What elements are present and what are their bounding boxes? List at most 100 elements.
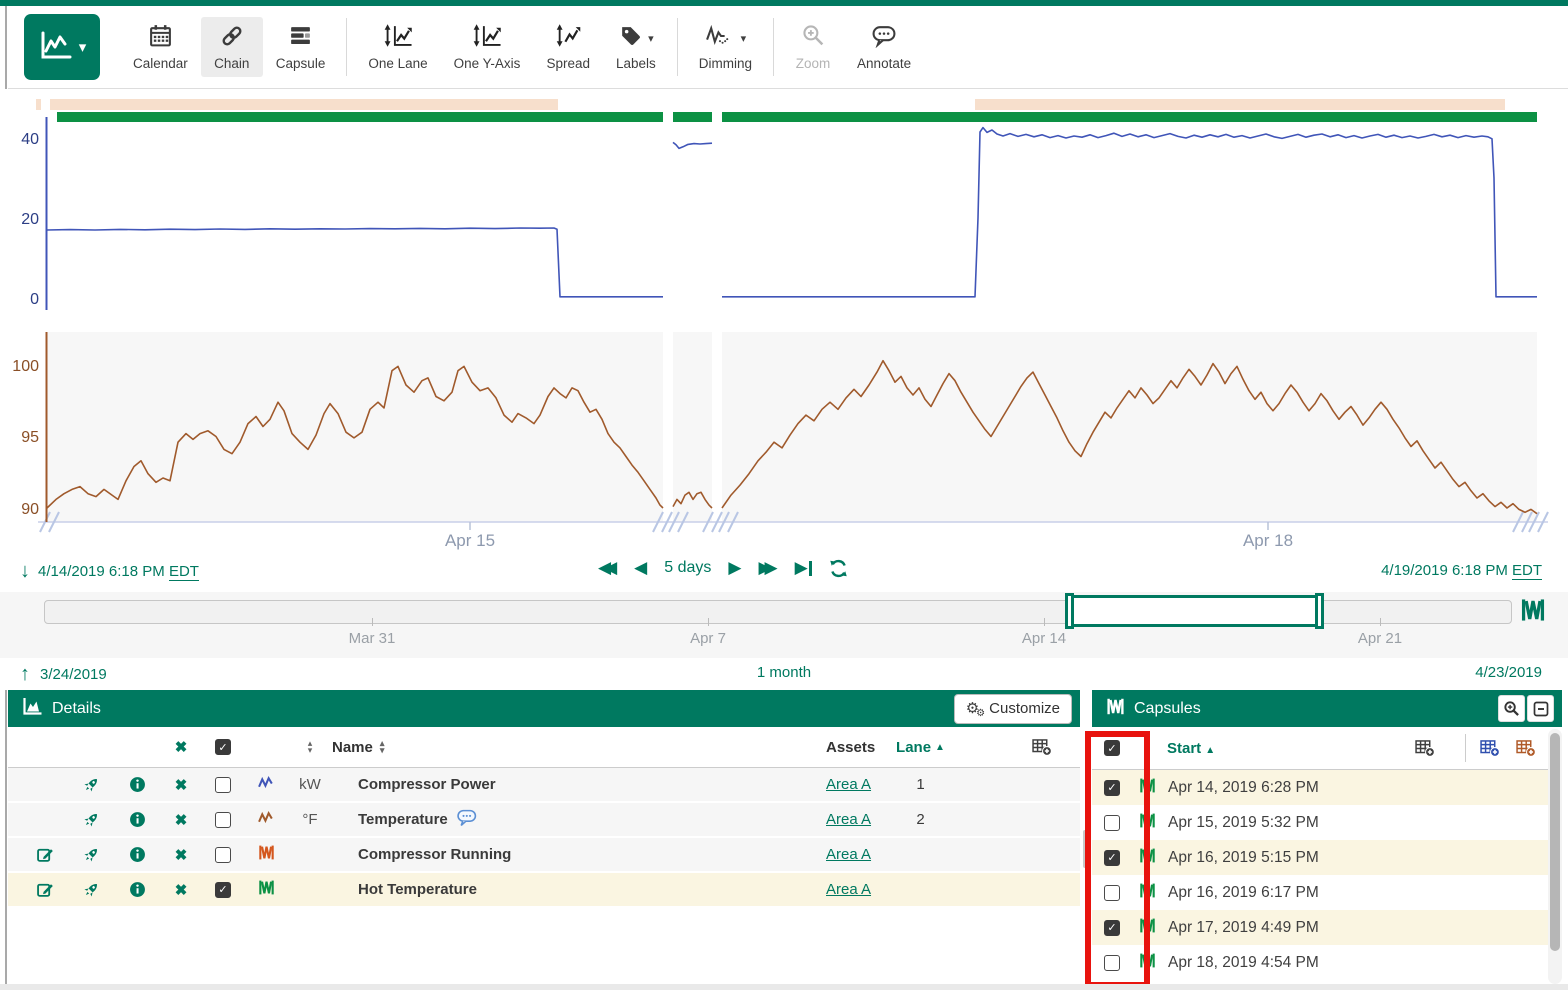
- display-start-link[interactable]: 4/14/2019 6:18 PM EDT: [38, 563, 199, 580]
- add-column-button[interactable]: [1018, 738, 1066, 756]
- item-checkbox[interactable]: [215, 777, 231, 793]
- toolbar-item-annotate[interactable]: Annotate: [844, 17, 924, 77]
- select-all-checkbox[interactable]: ✓: [215, 739, 231, 755]
- column-header-name[interactable]: Name: [332, 739, 373, 756]
- timeline-right-handle[interactable]: [1315, 593, 1324, 629]
- details-row[interactable]: ✖°FTemperatureArea A2: [8, 803, 1080, 838]
- capsule-row[interactable]: ✓Apr 14, 2019 6:28 PM: [1092, 770, 1562, 805]
- one-lane-icon: [382, 23, 414, 53]
- remove-item-button[interactable]: ✖: [160, 776, 202, 794]
- signal-icon: [258, 775, 275, 794]
- range-duration-label[interactable]: 5 days: [664, 559, 711, 577]
- sort-icon[interactable]: ▴▾: [288, 740, 332, 754]
- investigate-duration-label: 1 month: [0, 664, 1568, 681]
- display-end-link[interactable]: 4/19/2019 6:18 PM EDT: [1381, 562, 1542, 580]
- trend-view-button[interactable]: ▾: [24, 14, 100, 80]
- info-icon[interactable]: [129, 776, 146, 793]
- step-to-end-icon[interactable]: ▶: [795, 558, 812, 578]
- toolbar-item-chain[interactable]: Chain: [201, 17, 263, 77]
- capsule-checkbox[interactable]: [1104, 955, 1120, 971]
- rocket-icon[interactable]: [83, 811, 100, 828]
- toolbar-item-one-lane[interactable]: One Lane: [355, 17, 440, 77]
- column-header-lane[interactable]: Lane▲: [883, 739, 958, 756]
- customize-button[interactable]: ⚙⚙ Customize: [954, 694, 1072, 724]
- edit-icon[interactable]: [37, 881, 54, 898]
- details-row[interactable]: ✖Compressor RunningArea A: [8, 838, 1080, 873]
- remove-all-button[interactable]: ✖: [160, 738, 202, 756]
- toolbar-item-calendar[interactable]: Calendar: [120, 17, 201, 77]
- select-all-capsules-checkbox[interactable]: ✓: [1104, 740, 1120, 756]
- timeline-selection-window[interactable]: [1070, 595, 1320, 627]
- timeline-left-handle[interactable]: [1065, 593, 1074, 629]
- info-icon[interactable]: [129, 846, 146, 863]
- investigate-range-down-icon[interactable]: ↓: [20, 560, 30, 583]
- details-row[interactable]: ✖ ✓ Hot Temperature Area A: [8, 873, 1080, 908]
- details-row[interactable]: ✖kWCompressor PowerArea A1: [8, 768, 1080, 803]
- trend-chart-svg[interactable]: Apr 15Apr 18020409095100: [0, 89, 1568, 556]
- trend-chart-area[interactable]: Apr 15Apr 18020409095100: [0, 89, 1568, 556]
- capsule-icon: [288, 23, 313, 53]
- rocket-icon[interactable]: [83, 881, 100, 898]
- capsule-checkbox[interactable]: [1104, 885, 1120, 901]
- timeline-tick-label: Mar 31: [349, 630, 396, 647]
- info-icon[interactable]: [129, 881, 146, 898]
- capsule-row[interactable]: Apr 16, 2019 6:17 PM: [1092, 875, 1562, 910]
- column-header-assets[interactable]: Assets: [778, 739, 883, 756]
- capsule-row[interactable]: Apr 15, 2019 5:32 PM: [1092, 805, 1562, 840]
- capsule-start-time: Apr 15, 2019 5:32 PM: [1168, 814, 1319, 832]
- step-back-full-icon[interactable]: ◀◀: [598, 558, 617, 578]
- zoom-to-capsule-button[interactable]: [1498, 695, 1525, 722]
- timeline-tick: [708, 618, 709, 626]
- item-name: Hot Temperature: [358, 881, 477, 898]
- capsule-row[interactable]: Apr 18, 2019 4:54 PM: [1092, 945, 1562, 980]
- remove-item-button[interactable]: ✖: [160, 846, 202, 864]
- remove-item-button[interactable]: ✖: [160, 881, 202, 899]
- capsule-checkbox[interactable]: ✓: [1104, 920, 1120, 936]
- capsule-time-toggle-icon[interactable]: [1520, 597, 1546, 623]
- capsule-start-time: Apr 18, 2019 4:54 PM: [1168, 954, 1319, 972]
- collapse-panel-button[interactable]: [1527, 695, 1554, 722]
- rocket-icon[interactable]: [83, 846, 100, 863]
- asset-link[interactable]: Area A: [826, 811, 871, 828]
- comment-icon[interactable]: [457, 809, 477, 831]
- capsule-checkbox[interactable]: [1104, 815, 1120, 831]
- capsules-scrollbar-thumb[interactable]: [1550, 733, 1560, 951]
- capsule-row[interactable]: ✓Apr 16, 2019 5:15 PM: [1092, 840, 1562, 875]
- sort-icon[interactable]: ▴▾: [380, 740, 385, 754]
- trend-icon: [38, 31, 74, 64]
- item-checkbox[interactable]: ✓: [215, 882, 231, 898]
- asset-link[interactable]: Area A: [826, 776, 871, 793]
- toolbar-item-one-y-axis[interactable]: One Y-Axis: [441, 17, 534, 77]
- toolbar-item-labels[interactable]: ▾Labels: [603, 17, 669, 77]
- remove-item-button[interactable]: ✖: [160, 811, 202, 829]
- toolbar-item-spread[interactable]: Spread: [533, 17, 603, 77]
- capsule-checkbox[interactable]: ✓: [1104, 850, 1120, 866]
- rocket-icon[interactable]: [83, 776, 100, 793]
- info-icon[interactable]: [129, 811, 146, 828]
- lane-number: 2: [883, 811, 958, 828]
- panel-splitter[interactable]: [1080, 690, 1092, 984]
- details-table-header: ✖ ✓ ▴▾ Name ▴▾ Assets Lane▲: [8, 727, 1080, 768]
- step-forward-half-icon[interactable]: ▶: [728, 558, 741, 578]
- toolbar-item-zoom[interactable]: Zoom: [782, 17, 844, 77]
- capsule-row[interactable]: ✓Apr 17, 2019 4:49 PM: [1092, 910, 1562, 945]
- capsule-checkbox[interactable]: ✓: [1104, 780, 1120, 796]
- chain-icon: [219, 23, 245, 54]
- step-back-half-icon[interactable]: ◀: [634, 558, 647, 578]
- item-checkbox[interactable]: [215, 847, 231, 863]
- toolbar-item-dimming[interactable]: ▾Dimming: [686, 17, 765, 77]
- edit-icon[interactable]: [37, 846, 54, 863]
- toolbar-item-capsule[interactable]: Capsule: [263, 17, 339, 77]
- refresh-icon[interactable]: [829, 559, 848, 578]
- add-column-button[interactable]: [1415, 739, 1435, 757]
- details-panel: Details ⚙⚙ Customize ✖ ✓ ▴▾ Name ▴▾ Asse…: [8, 690, 1080, 984]
- column-header-start[interactable]: Start▲: [1167, 740, 1215, 757]
- sort-asc-icon: ▲: [1205, 745, 1215, 756]
- step-forward-full-icon[interactable]: ▶▶: [758, 558, 777, 578]
- item-checkbox[interactable]: [215, 812, 231, 828]
- asset-link[interactable]: Area A: [826, 881, 871, 898]
- add-condition-column-button[interactable]: [1516, 739, 1536, 757]
- add-signal-column-button[interactable]: [1480, 739, 1500, 757]
- capsule-icon: [1106, 697, 1125, 721]
- asset-link[interactable]: Area A: [826, 846, 871, 863]
